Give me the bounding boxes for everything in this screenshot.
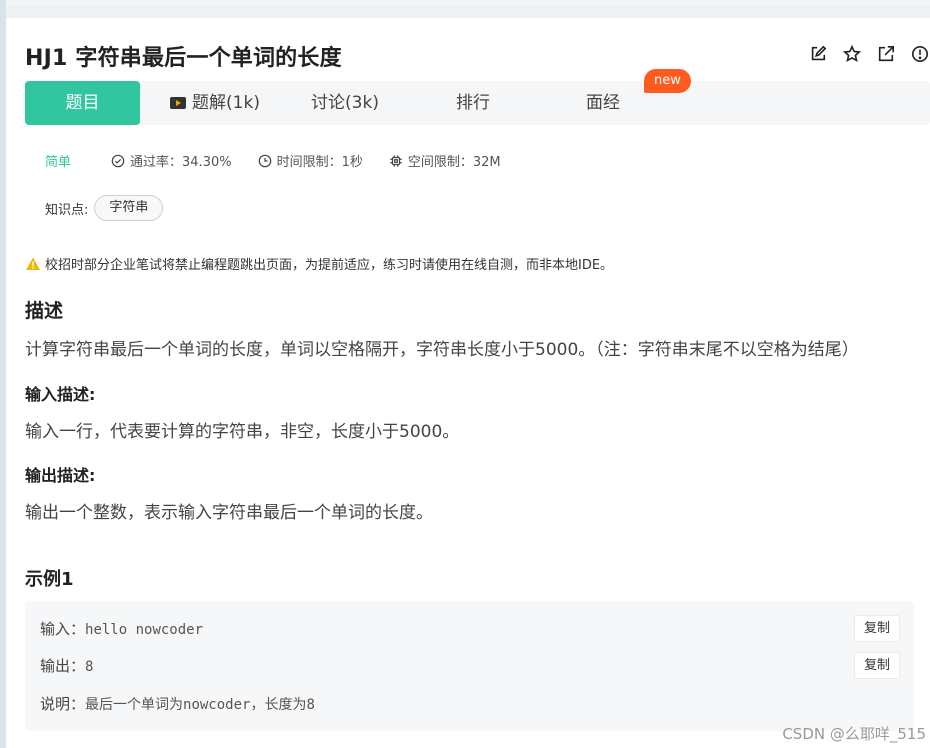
tab-ranking[interactable]: 排行 (435, 81, 511, 125)
warning-notice: 校招时部分企业笔试将禁止编程题跳出页面，为提前适应，练习时请使用在线自测，而非本… (25, 254, 613, 273)
example-explain-label: 说明： (40, 695, 86, 713)
tab-interview[interactable]: 面经 (565, 81, 641, 125)
copy-output-button[interactable]: 复制 (854, 652, 900, 679)
tab-label: 讨论(3k) (311, 93, 379, 113)
chip-icon (390, 154, 402, 167)
space-limit-text: 空间限制：32M (407, 155, 501, 170)
pass-rate-text: 通过率：34.30% (130, 155, 232, 170)
example-input-value: hello nowcoder (85, 622, 204, 638)
example-output-value: 8 (85, 659, 94, 675)
time-limit-text: 时间限制：1秒 (276, 155, 363, 170)
tab-label: 面经 (586, 93, 620, 113)
copy-input-button[interactable]: 复制 (854, 615, 900, 642)
external-link-icon[interactable] (876, 44, 896, 64)
header-actions (808, 44, 930, 64)
example-explain-value: 最后一个单词为nowcoder，长度为8 (85, 697, 315, 713)
info-icon[interactable] (910, 44, 930, 64)
example-output: 输出：8 (40, 655, 93, 676)
example-heading: 示例1 (25, 569, 74, 590)
star-icon[interactable] (842, 44, 862, 64)
tab-label: 排行 (456, 93, 490, 113)
example-input-label: 输入： (40, 620, 86, 638)
example-input: 输入：hello nowcoder (40, 618, 203, 639)
problem-title: HJ1 字符串最后一个单词的长度 (25, 46, 342, 71)
tab-label: 题解(1k) (192, 93, 260, 113)
tab-problem[interactable]: 题目 (25, 81, 140, 125)
tab-label: 题目 (65, 93, 100, 113)
new-badge: new (644, 69, 691, 93)
knowledge-points: 知识点: 字符串 (45, 195, 164, 221)
output-desc-heading: 输出描述: (25, 466, 96, 485)
space-limit: 空间限制：32M (389, 151, 501, 170)
warning-text: 校招时部分企业笔试将禁止编程题跳出页面，为提前适应，练习时请使用在线自测，而非本… (45, 258, 614, 273)
top-band (6, 0, 930, 6)
output-desc-text: 输出一个整数，表示输入字符串最后一个单词的长度。 (25, 503, 433, 523)
tab-solutions[interactable]: 题解(1k) (165, 81, 265, 125)
watermark: CSDN @么耶咩_515 (782, 725, 926, 743)
problem-tabs: 题目 题解(1k) 讨论(3k) 排行 面经 new (25, 69, 930, 125)
difficulty-level: 简单 (45, 155, 72, 170)
time-limit: 时间限制：1秒 (258, 151, 363, 170)
pass-rate: 通过率：34.30% (111, 151, 232, 170)
example-explain: 说明：最后一个单词为nowcoder，长度为8 (40, 693, 315, 714)
input-desc-text: 输入一行，代表要计算的字符串，非空，长度小于5000。 (25, 422, 460, 442)
description-text: 计算字符串最后一个单词的长度，单词以空格隔开，字符串长度小于5000。（注：字符… (25, 340, 859, 360)
knowledge-label: 知识点: (45, 202, 89, 218)
problem-card: HJ1 字符串最后一个单词的长度 题目 题解(1k) 讨论(3k) 排行 面经 (6, 18, 930, 748)
video-icon (170, 97, 187, 109)
knowledge-tag[interactable]: 字符串 (94, 195, 164, 221)
tab-discussion[interactable]: 讨论(3k) (297, 81, 393, 125)
example-box: 输入：hello nowcoder 复制 输出：8 复制 说明：最后一个单词为n… (25, 601, 914, 731)
problem-meta: 简单 通过率：34.30% 时间限制：1秒 空间限制：32M (45, 151, 527, 170)
check-circle-icon (111, 154, 125, 167)
input-desc-heading: 输入描述: (25, 385, 96, 404)
example-output-label: 输出： (40, 657, 86, 675)
edit-icon[interactable] (808, 44, 828, 64)
description-heading: 描述 (25, 300, 64, 322)
warning-icon (26, 257, 40, 270)
clock-icon (258, 154, 271, 167)
